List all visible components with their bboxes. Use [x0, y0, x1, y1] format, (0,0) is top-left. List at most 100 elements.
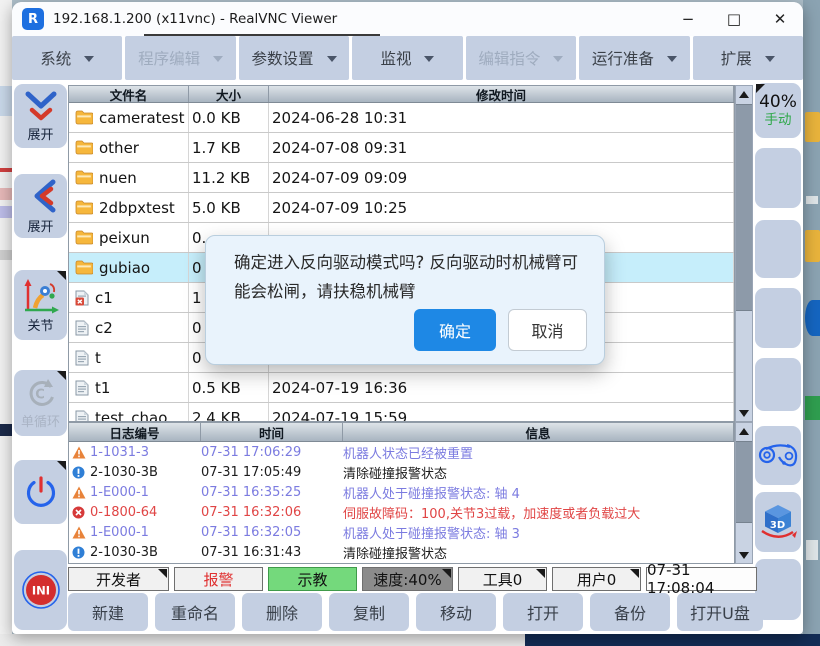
- delete-button[interactable]: 删除: [242, 593, 322, 631]
- status-tool[interactable]: 工具0: [458, 567, 547, 591]
- dialog-message: 确定进入反向驱动模式吗? 反向驱动时机械臂可能会松闸，请扶稳机械臂: [206, 236, 604, 306]
- status-alarm[interactable]: 报警: [174, 567, 263, 591]
- sidebar-panel[interactable]: [755, 288, 801, 348]
- status-operator-mode[interactable]: 开发者: [68, 567, 169, 591]
- file-name-cell: nuen: [69, 163, 189, 192]
- file-size-cell: 0.0 KB: [189, 103, 269, 132]
- file-name: other: [99, 139, 139, 157]
- open-button[interactable]: 打开: [503, 593, 583, 631]
- move-button[interactable]: 移动: [416, 593, 496, 631]
- scrollbar-thumb[interactable]: [736, 104, 752, 311]
- scroll-up-button[interactable]: [736, 423, 752, 438]
- log-table: 日志编号时间信息1-1031-307-31 17:06:29机器人状态已经被重置…: [68, 422, 735, 564]
- open-usb-button[interactable]: 打开U盘: [677, 593, 763, 631]
- speed-mode-panel[interactable]: 40%手动: [755, 83, 801, 138]
- ini-icon: INI: [21, 570, 61, 610]
- gamepad-panel[interactable]: [755, 426, 801, 485]
- file-time-cell: 2024-06-28 10:31: [269, 103, 734, 132]
- status-speed[interactable]: 速度:40%: [362, 567, 453, 591]
- menu-item-run-prepare[interactable]: 运行准备: [579, 36, 689, 80]
- menu-item-param-settings[interactable]: 参数设置: [239, 36, 349, 80]
- file-name-cell: peixun: [69, 223, 189, 252]
- sidebar-panel[interactable]: [755, 148, 801, 208]
- menu-item-edit-command[interactable]: 编辑指令: [466, 36, 576, 80]
- status-label: 用户0: [577, 569, 617, 590]
- log-row[interactable]: 0-1800-6407-31 16:32:06伺服故障码：100,关节3过载，加…: [69, 502, 734, 522]
- file-table-scrollbar[interactable]: [735, 85, 753, 422]
- sidebar-panel[interactable]: [755, 358, 801, 411]
- menu-item-label: 监视: [380, 47, 411, 69]
- file-time-cell: 2024-07-09 10:25: [269, 193, 734, 222]
- scroll-down-button[interactable]: [736, 406, 752, 421]
- cube-3d-panel[interactable]: 3D: [755, 492, 801, 552]
- menu-item-label: 程序编辑: [138, 47, 200, 69]
- desktop-icon-fragment: [805, 396, 820, 420]
- new-button[interactable]: 新建: [68, 593, 148, 631]
- backup-button[interactable]: 备份: [590, 593, 670, 631]
- error-icon: [72, 506, 86, 519]
- double-chevron-left-icon: [24, 177, 58, 215]
- file-row[interactable]: test_chao2.4 KB2024-07-19 15:59: [69, 403, 734, 422]
- log-row[interactable]: 1-E000-107-31 16:31机器人处于碰撞报警状态: 轴 4: [69, 562, 734, 564]
- log-message: 伺服故障码：100,关节3过载，加速度或者负载过大: [343, 503, 734, 522]
- log-table-scrollbar[interactable]: [735, 422, 753, 564]
- sidebar-panel[interactable]: [755, 220, 801, 278]
- scrollbar-thumb[interactable]: [736, 441, 752, 523]
- file-row[interactable]: nuen11.2 KB2024-07-09 09:09: [69, 163, 734, 193]
- confirm-button[interactable]: 确定: [414, 309, 496, 351]
- rename-button[interactable]: 重命名: [155, 593, 235, 631]
- folder-icon: [75, 110, 93, 125]
- file-name: test_chao: [95, 409, 167, 423]
- background-fragment: [0, 206, 12, 218]
- desktop-sliver-right: [803, 0, 820, 646]
- title-bar: R 192.168.1.200 (x11vnc) - RealVNC Viewe…: [12, 2, 803, 37]
- log-row[interactable]: 1-E000-107-31 16:32:05机器人处于碰撞报警状态: 轴 3: [69, 522, 734, 542]
- speed-value: 40%: [759, 92, 797, 112]
- file-name: nuen: [99, 169, 137, 187]
- file-name-cell: other: [69, 133, 189, 162]
- menu-item-program-edit[interactable]: 程序编辑: [125, 36, 235, 80]
- cube-3d-icon: 3D: [757, 503, 799, 541]
- menu-item-label: 系统: [40, 47, 71, 69]
- close-button[interactable]: ✕: [757, 3, 803, 36]
- file-row[interactable]: t10.5 KB2024-07-19 16:36: [69, 373, 734, 403]
- single-cycle-icon: C: [23, 376, 59, 410]
- log-message: 清除碰撞报警状态: [343, 543, 734, 562]
- toolbar-button-power[interactable]: [14, 460, 67, 524]
- log-row[interactable]: 1-E000-107-31 16:35:25机器人处于碰撞报警状态: 轴 4: [69, 482, 734, 502]
- menu-item-extend[interactable]: 扩展: [693, 36, 803, 80]
- file-name: c1: [95, 289, 113, 307]
- scroll-up-button[interactable]: [736, 86, 752, 101]
- log-row[interactable]: 2-1030-3B07-31 16:31:43清除碰撞报警状态: [69, 542, 734, 562]
- folder-icon: [75, 260, 93, 275]
- log-column-header: 时间: [201, 423, 343, 441]
- toolbar-button-joint[interactable]: 关节: [14, 270, 67, 340]
- status-clock[interactable]: 07-31 17:08:04: [646, 567, 757, 591]
- log-message: 机器人状态已经被重置: [343, 443, 734, 462]
- status-label: 开发者: [96, 569, 141, 590]
- menu-item-monitor[interactable]: 监视: [352, 36, 462, 80]
- toolbar-button-expand-down[interactable]: 展开: [14, 84, 67, 148]
- file-row[interactable]: cameratest0.0 KB2024-06-28 10:31: [69, 103, 734, 133]
- log-table-header: 日志编号时间信息: [69, 423, 734, 442]
- toolbar-button-single-cycle[interactable]: C单循环: [14, 370, 67, 436]
- file-row[interactable]: other1.7 KB2024-07-08 09:31: [69, 133, 734, 163]
- toolbar-button-label: 单循环: [21, 411, 60, 430]
- menu-item-system[interactable]: 系统: [12, 36, 122, 80]
- maximize-button[interactable]: □: [711, 3, 757, 36]
- menu-item-label: 运行准备: [592, 47, 654, 69]
- minimize-button[interactable]: −: [665, 3, 711, 36]
- copy-button[interactable]: 复制: [329, 593, 409, 631]
- status-bar: 开发者 报警示教速度:40%工具0 用户0 07-31 17:08:04: [68, 567, 757, 591]
- toolbar-button-expand-left[interactable]: 展开: [14, 174, 67, 238]
- log-row[interactable]: 1-1031-307-31 17:06:29机器人状态已经被重置: [69, 442, 734, 462]
- cancel-button[interactable]: 取消: [508, 309, 587, 351]
- chevron-down-icon: [84, 56, 94, 67]
- status-user[interactable]: 用户0: [552, 567, 641, 591]
- file-row[interactable]: 2dbpxtest5.0 KB2024-07-09 10:25: [69, 193, 734, 223]
- arrow-up-icon: [739, 86, 749, 98]
- toolbar-button-ini[interactable]: INI: [14, 550, 67, 630]
- log-row[interactable]: 2-1030-3B07-31 17:05:49清除碰撞报警状态: [69, 462, 734, 482]
- status-teach[interactable]: 示教: [268, 567, 357, 591]
- background-app-sliver-left: [0, 0, 12, 646]
